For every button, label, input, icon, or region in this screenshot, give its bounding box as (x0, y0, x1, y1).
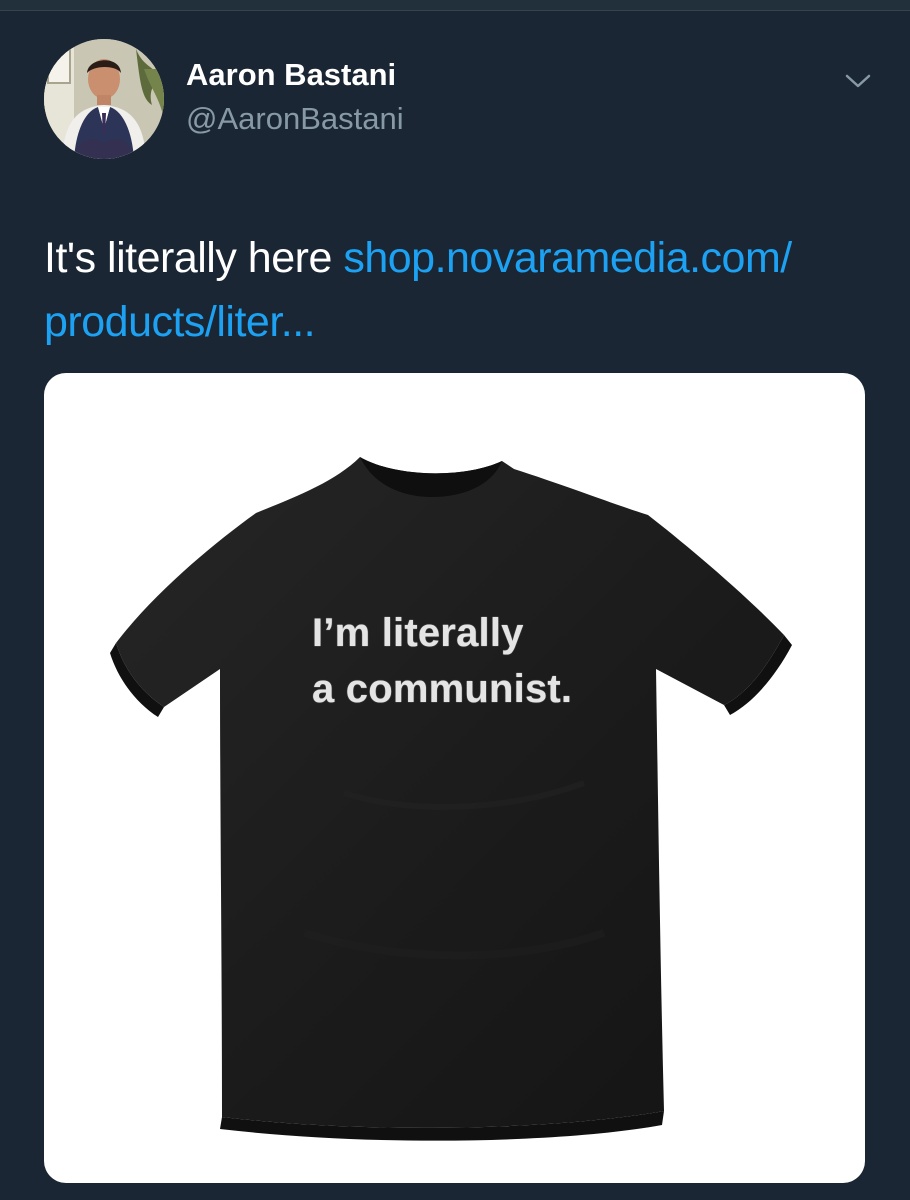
avatar[interactable] (44, 39, 164, 159)
tweet-text: It's literally here shop.novaramedia.com… (44, 226, 874, 354)
tshirt-image (110, 457, 792, 1141)
tweet-media-image[interactable]: I’m literally a communist. (44, 373, 865, 1183)
tweet: Aaron Bastani @AaronBastani It's literal… (0, 11, 910, 1200)
author-handle[interactable]: @AaronBastani (186, 101, 404, 137)
chevron-down-icon (845, 74, 871, 88)
profile-photo-icon (44, 39, 164, 159)
top-divider (0, 0, 910, 11)
tweet-menu-button[interactable] (838, 67, 878, 97)
tweet-body-text: It's literally here (44, 234, 344, 282)
tshirt-print-text: I’m literally a communist. (312, 611, 573, 711)
author-display-name[interactable]: Aaron Bastani (186, 57, 396, 93)
